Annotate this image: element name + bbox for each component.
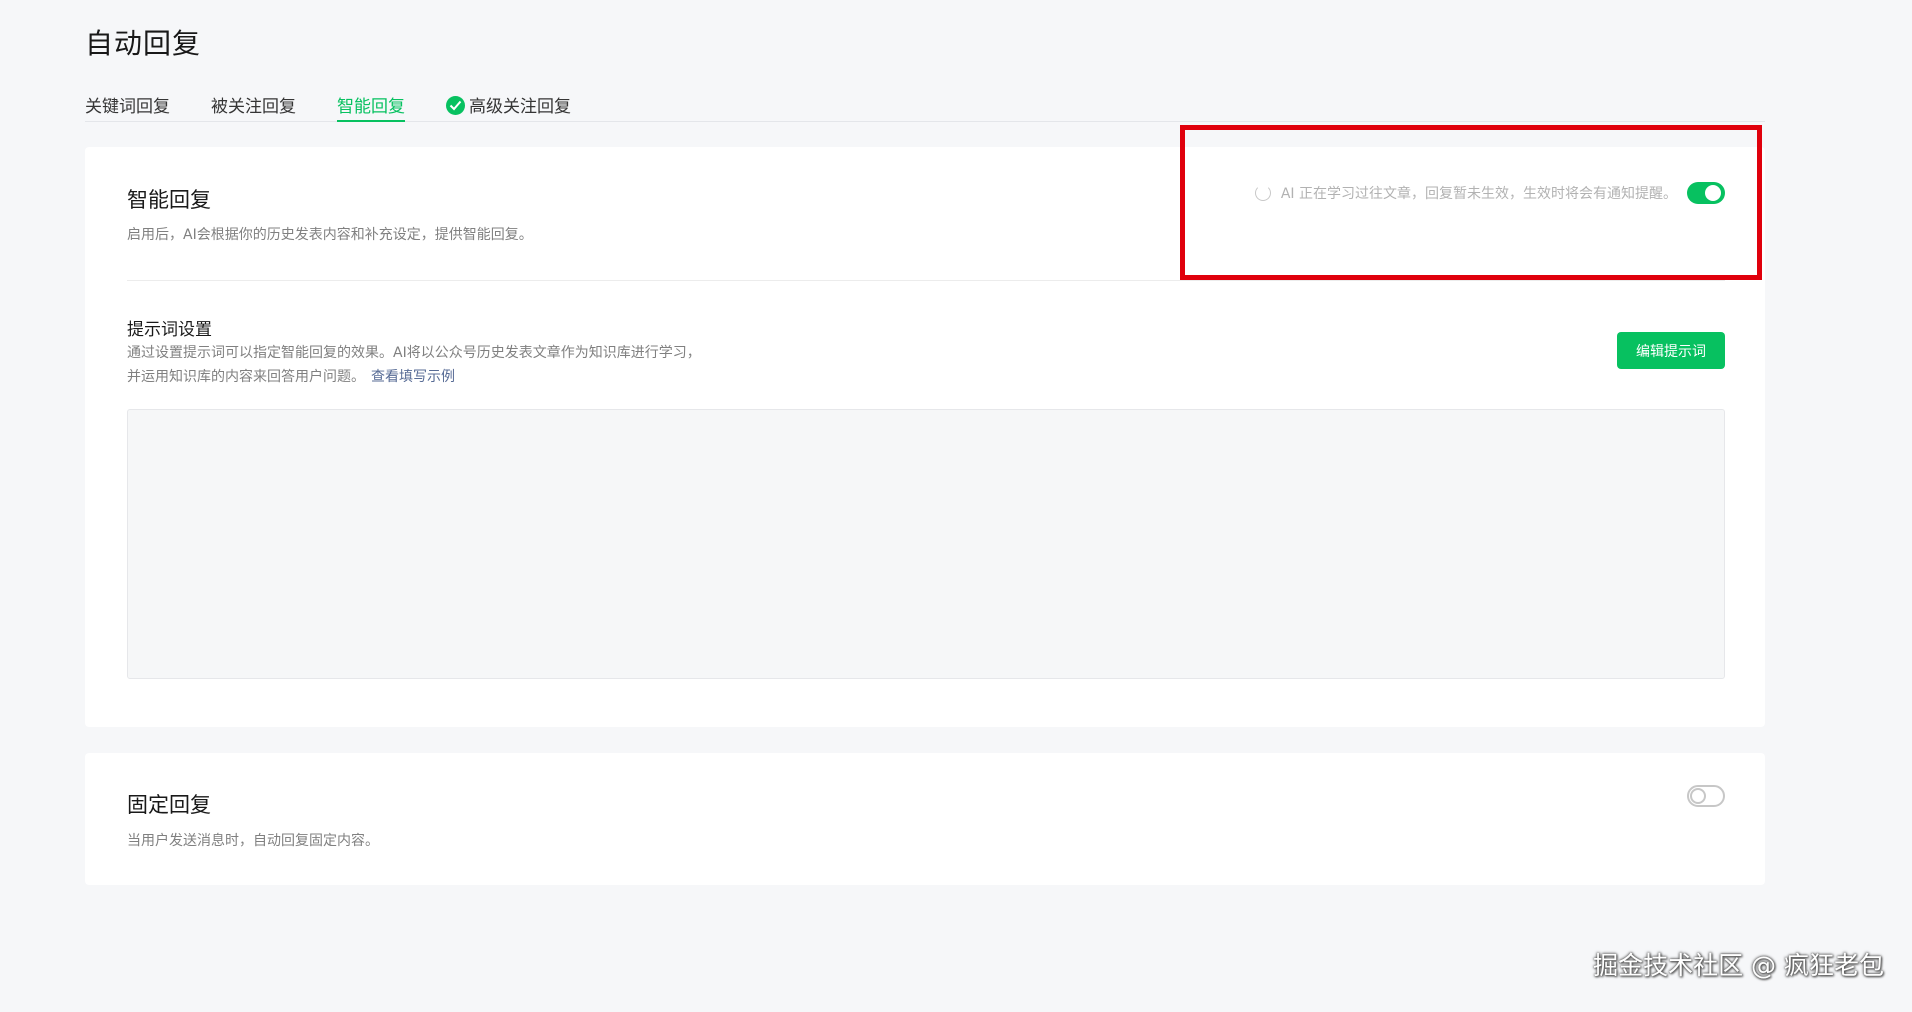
prompt-desc-line1: 通过设置提示词可以指定智能回复的效果。AI将以公众号历史发表文章作为知识库进行学… [127, 345, 701, 361]
fixed-reply-card: 固定回复 当用户发送消息时，自动回复固定内容。 [85, 753, 1765, 885]
toggle-knob [1690, 788, 1706, 804]
fixed-reply-description: 当用户发送消息时，自动回复固定内容。 [127, 833, 379, 849]
prompt-content-area[interactable] [127, 409, 1725, 679]
edit-prompt-button[interactable]: 编辑提示词 [1617, 332, 1725, 369]
section-divider [127, 280, 1725, 281]
page-root: 自动回复 关键词回复 被关注回复 智能回复 高级关注回复 智能回复 启用后，AI… [0, 0, 1912, 1012]
fixed-reply-title: 固定回复 [127, 793, 211, 817]
smart-reply-title: 智能回复 [127, 188, 211, 212]
watermark: 掘金技术社区 @ 疯狂老包 [1593, 951, 1884, 980]
tab-follow-reply[interactable]: 被关注回复 [211, 92, 296, 122]
fixed-reply-toggle[interactable] [1687, 785, 1725, 807]
tab-bar: 关键词回复 被关注回复 智能回复 高级关注回复 [85, 90, 1765, 122]
check-circle-icon [446, 96, 465, 115]
highlight-annotation-box [1180, 125, 1762, 280]
prompt-settings-title: 提示词设置 [127, 320, 212, 340]
view-example-link[interactable]: 查看填写示例 [371, 369, 455, 385]
tab-advanced-follow-reply[interactable]: 高级关注回复 [446, 92, 571, 122]
smart-reply-description: 启用后，AI会根据你的历史发表内容和补充设定，提供智能回复。 [127, 227, 533, 243]
tab-advanced-follow-reply-label: 高级关注回复 [469, 97, 571, 117]
prompt-settings-description: 通过设置提示词可以指定智能回复的效果。AI将以公众号历史发表文章作为知识库进行学… [127, 341, 701, 389]
prompt-desc-line2-row: 并运用知识库的内容来回答用户问题。 查看填写示例 [127, 365, 701, 389]
tab-keyword-reply[interactable]: 关键词回复 [85, 92, 170, 122]
page-title: 自动回复 [85, 27, 202, 60]
prompt-desc-line2: 并运用知识库的内容来回答用户问题。 [127, 369, 365, 385]
tab-smart-reply[interactable]: 智能回复 [337, 92, 405, 122]
